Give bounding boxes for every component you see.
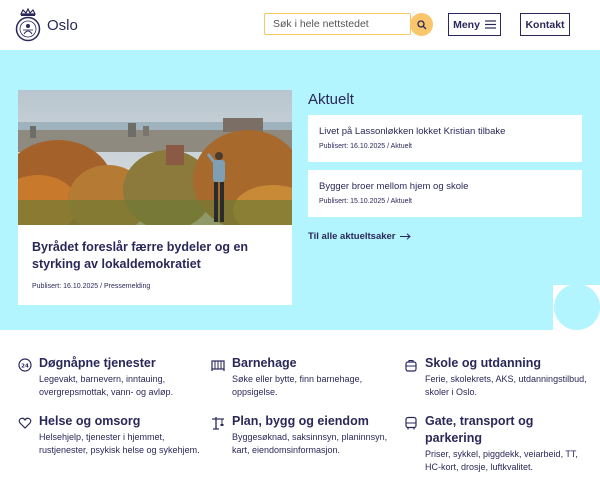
contact-label: Kontakt <box>525 18 565 31</box>
oslo-seal-icon <box>15 8 41 42</box>
arrow-right-icon <box>399 233 411 240</box>
menu-button[interactable]: Meny <box>448 13 501 36</box>
news-item-meta: Publisert: 15.10.2025 / Aktuelt <box>319 198 413 205</box>
contact-button[interactable]: Kontakt <box>520 13 570 36</box>
service-name[interactable]: Helse og omsorg <box>39 413 204 430</box>
service-desc: Byggesøknad, saksinnsyn, planinnsyn, kar… <box>232 432 388 455</box>
all-news-link-label: Til alle aktueltsaker <box>308 231 396 242</box>
news-item-meta: Publisert: 16.10.2025 / Aktuelt <box>319 143 413 150</box>
24h-clock-icon: 24 <box>18 358 32 372</box>
site-header: Oslo Meny Kontakt <box>0 0 600 50</box>
feature-article-card[interactable]: Byrådet foreslår færre bydeler og en sty… <box>18 90 292 305</box>
news-item-title[interactable]: Livet på Lassonløkken lokket Kristian ti… <box>319 126 505 137</box>
hamburger-icon <box>484 20 496 29</box>
service-desc: Priser, sykkel, piggdekk, veiarbeid, TT,… <box>425 449 578 472</box>
search-icon <box>416 19 426 29</box>
crane-icon <box>212 417 224 430</box>
school-bag-icon <box>405 359 417 372</box>
news-item-title[interactable]: Bygger broer mellom hjem og skole <box>319 181 468 192</box>
crib-icon <box>211 360 225 371</box>
service-name[interactable]: Skole og utdanning <box>425 355 590 372</box>
search-button[interactable] <box>410 13 433 36</box>
oslo-logo[interactable]: Oslo <box>14 8 78 42</box>
service-name[interactable]: Plan, bygg og eiendom <box>232 413 397 430</box>
feature-image <box>18 90 292 225</box>
news-heading: Aktuelt <box>308 91 354 108</box>
svg-text:24: 24 <box>21 363 29 369</box>
feature-title[interactable]: Byrådet foreslår færre bydeler og en sty… <box>32 239 282 273</box>
service-desc: Søke eller bytte, finn barnehage, oppsig… <box>232 374 363 397</box>
service-desc: Helsehjelp, tjenester i hjemmet, rustjen… <box>39 432 200 455</box>
search-input[interactable] <box>264 13 411 35</box>
service-desc: Ferie, skolekrets, AKS, utdanningstilbud… <box>425 374 587 397</box>
bus-icon <box>405 416 417 430</box>
news-item[interactable]: Bygger broer mellom hjem og skole Publis… <box>308 170 582 217</box>
service-name[interactable]: Barnehage <box>232 355 397 372</box>
service-desc: Legevakt, barnevern, inntauing, overgrep… <box>39 374 174 397</box>
all-news-link[interactable]: Til alle aktueltsaker <box>308 231 411 242</box>
news-item[interactable]: Livet på Lassonløkken lokket Kristian ti… <box>308 115 582 162</box>
service-name[interactable]: Døgnåpne tjenester <box>39 355 204 372</box>
menu-label: Meny <box>453 18 480 31</box>
service-name[interactable]: Gate, transport og parkering <box>425 413 590 447</box>
heart-hand-icon <box>18 417 32 429</box>
logo-text: Oslo <box>47 16 78 34</box>
feature-meta: Publisert: 16.10.2025 / Pressemelding <box>32 283 151 290</box>
decorative-circle <box>554 284 600 330</box>
